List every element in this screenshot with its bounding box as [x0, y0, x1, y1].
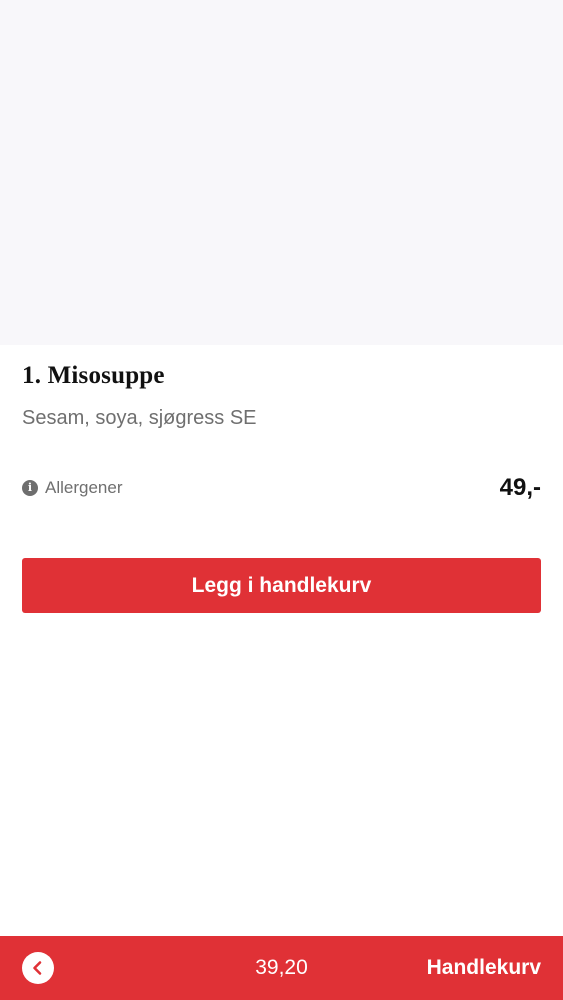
product-price: 49,-: [499, 474, 541, 501]
allergens-label: Allergener: [45, 478, 123, 497]
cart-button[interactable]: Handlekurv: [427, 956, 541, 980]
info-icon: i: [22, 480, 38, 496]
allergens-link[interactable]: i Allergener: [22, 478, 123, 498]
chevron-left-icon: [33, 961, 42, 975]
bottom-cart-bar: 39,20 Handlekurv: [0, 936, 563, 1000]
product-description: Sesam, soya, sjøgress SE: [22, 407, 257, 429]
add-to-cart-button[interactable]: Legg i handlekurv: [22, 558, 541, 613]
product-image: [0, 0, 563, 345]
back-button[interactable]: [22, 952, 54, 984]
product-detail-screen: 1. Misosuppe Sesam, soya, sjøgress SE i …: [0, 0, 563, 1000]
product-title: 1. Misosuppe: [22, 362, 165, 389]
